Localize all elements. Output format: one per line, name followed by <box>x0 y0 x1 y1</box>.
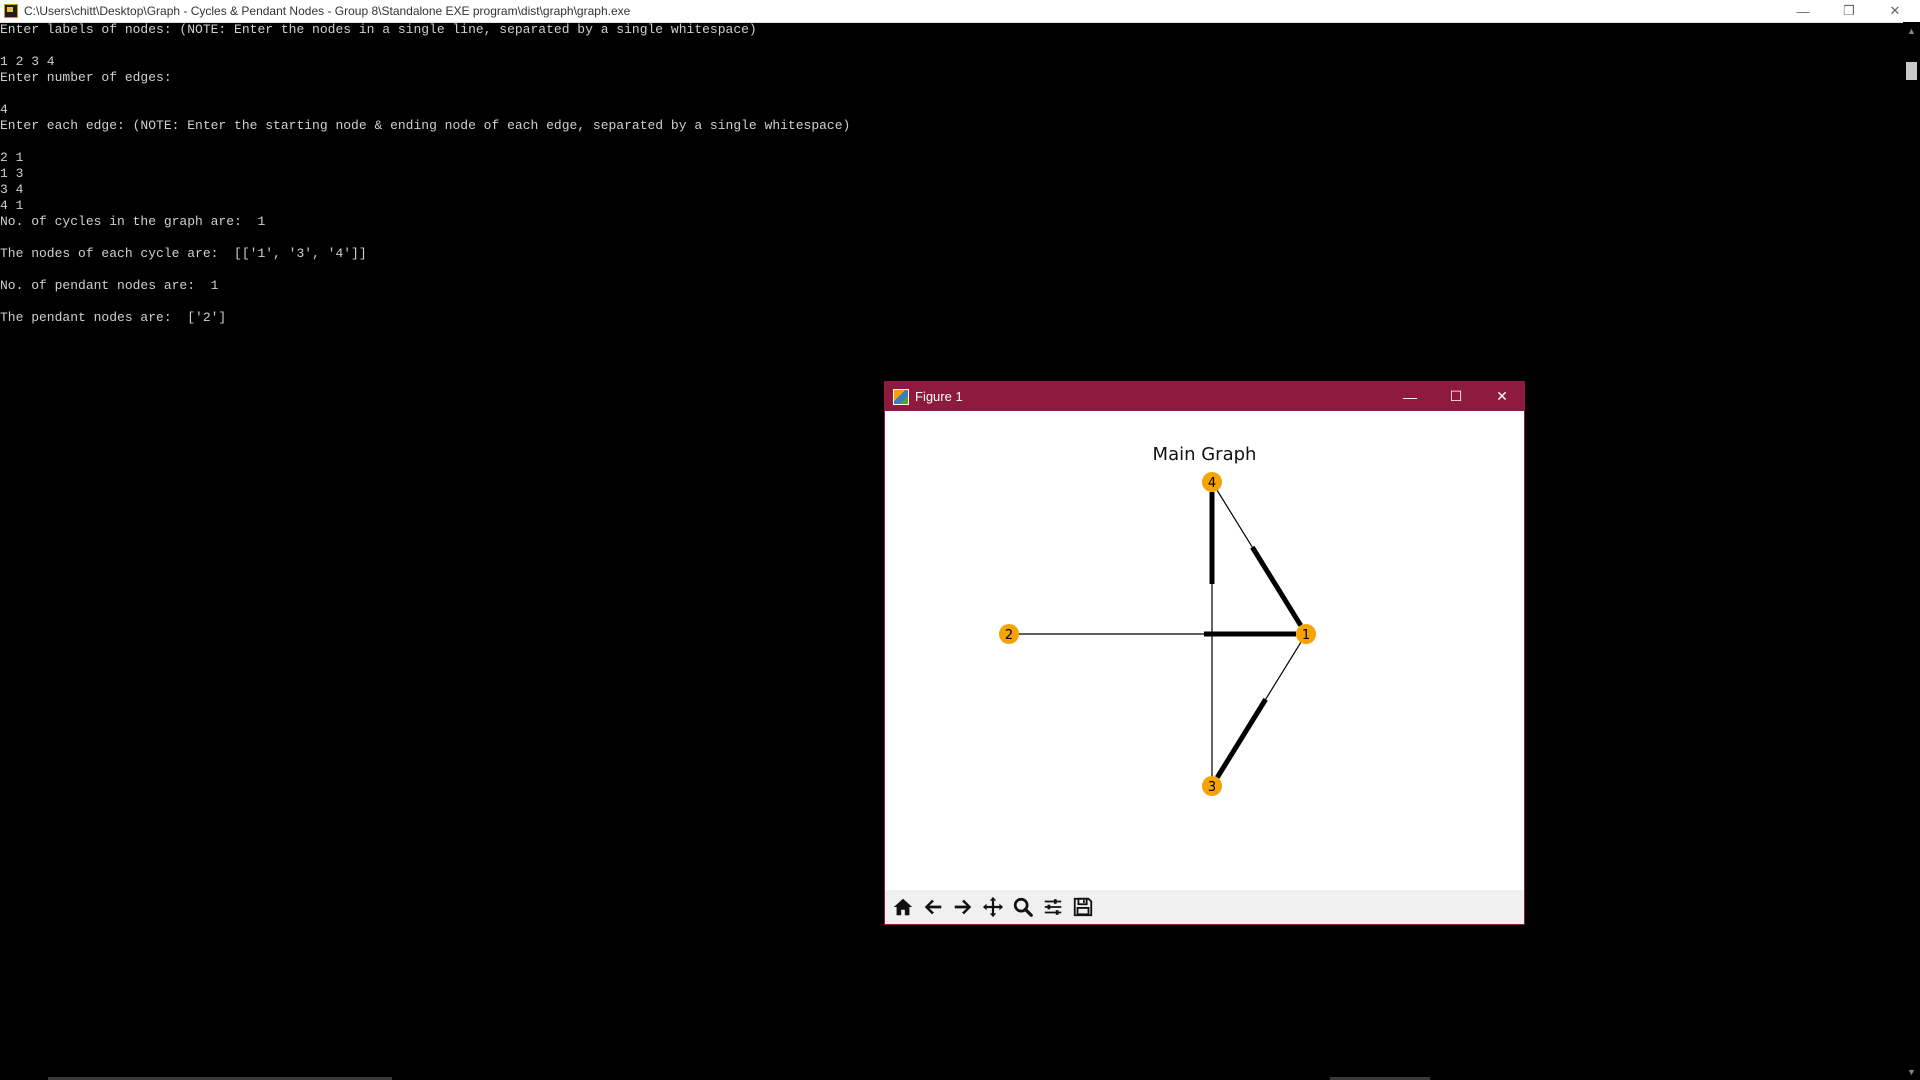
scroll-up-icon[interactable]: ▲ <box>1903 22 1920 39</box>
console-line: Enter number of edges: <box>0 70 172 85</box>
save-button[interactable] <box>1069 893 1097 921</box>
forward-button[interactable] <box>949 893 977 921</box>
figure-close-button[interactable]: ✕ <box>1479 382 1525 411</box>
home-button[interactable] <box>889 893 917 921</box>
pan-icon <box>982 896 1004 918</box>
console-line: The nodes of each cycle are: [['1', '3',… <box>0 246 367 261</box>
scrollbar-thumb[interactable] <box>1906 62 1917 80</box>
zoom-icon <box>1013 897 1033 917</box>
scroll-down-icon[interactable]: ▼ <box>1903 1063 1920 1080</box>
figure-toolbar <box>885 890 1524 924</box>
console-line: 3 4 <box>0 182 24 197</box>
console-line: 1 2 3 4 <box>0 54 55 69</box>
figure-titlebar[interactable]: Figure 1 — ☐ ✕ <box>885 382 1524 411</box>
graph-node-label: 3 <box>1208 780 1216 795</box>
console-titlebar: C:\Users\chitt\Desktop\Graph - Cycles & … <box>0 0 1920 23</box>
graph-edge-arrowhead <box>1215 697 1268 779</box>
console-line: 2 1 <box>0 150 24 165</box>
console-minimize-button[interactable]: — <box>1780 0 1826 22</box>
matplotlib-icon <box>893 388 909 405</box>
home-icon <box>893 898 913 916</box>
console-line: No. of cycles in the graph are: 1 <box>0 214 266 229</box>
figure-window-title: Figure 1 <box>915 389 963 404</box>
graph-node-label: 2 <box>1005 628 1013 643</box>
console-vertical-scrollbar[interactable]: ▲ ▼ <box>1903 22 1920 1080</box>
zoom-button[interactable] <box>1009 893 1037 921</box>
console-line: The pendant nodes are: ['2'] <box>0 310 227 325</box>
console-line: Enter each edge: (NOTE: Enter the starti… <box>0 118 851 133</box>
graph-node-label: 4 <box>1208 476 1216 491</box>
plot-title: Main Graph <box>1152 444 1257 465</box>
console-line: 1 3 <box>0 166 24 181</box>
graph-canvas[interactable]: 1 2 3 4 <box>885 411 1524 889</box>
console-restore-button[interactable]: ❐ <box>1826 0 1872 22</box>
console-line: Enter labels of nodes: (NOTE: Enter the … <box>0 22 757 37</box>
figure-minimize-button[interactable]: — <box>1387 382 1433 411</box>
back-icon <box>924 899 942 915</box>
console-window-title: C:\Users\chitt\Desktop\Graph - Cycles & … <box>24 4 631 18</box>
console-app-icon <box>4 4 18 18</box>
forward-icon <box>954 899 972 915</box>
figure-maximize-button[interactable]: ☐ <box>1433 382 1479 411</box>
back-button[interactable] <box>919 893 947 921</box>
configure-subplots-button[interactable] <box>1039 893 1067 921</box>
pan-button[interactable] <box>979 893 1007 921</box>
figure-window[interactable]: Figure 1 — ☐ ✕ 1 2 3 4 Main Graph <box>884 381 1525 925</box>
console-close-button[interactable]: ✕ <box>1872 0 1918 22</box>
save-icon <box>1073 897 1093 917</box>
graph-edge-arrowhead <box>1250 545 1303 627</box>
configure-icon <box>1044 899 1062 915</box>
console-line: 4 1 <box>0 198 24 213</box>
graph-node-label: 1 <box>1302 628 1310 643</box>
console-line: 4 <box>0 102 8 117</box>
console-line: No. of pendant nodes are: 1 <box>0 278 219 293</box>
